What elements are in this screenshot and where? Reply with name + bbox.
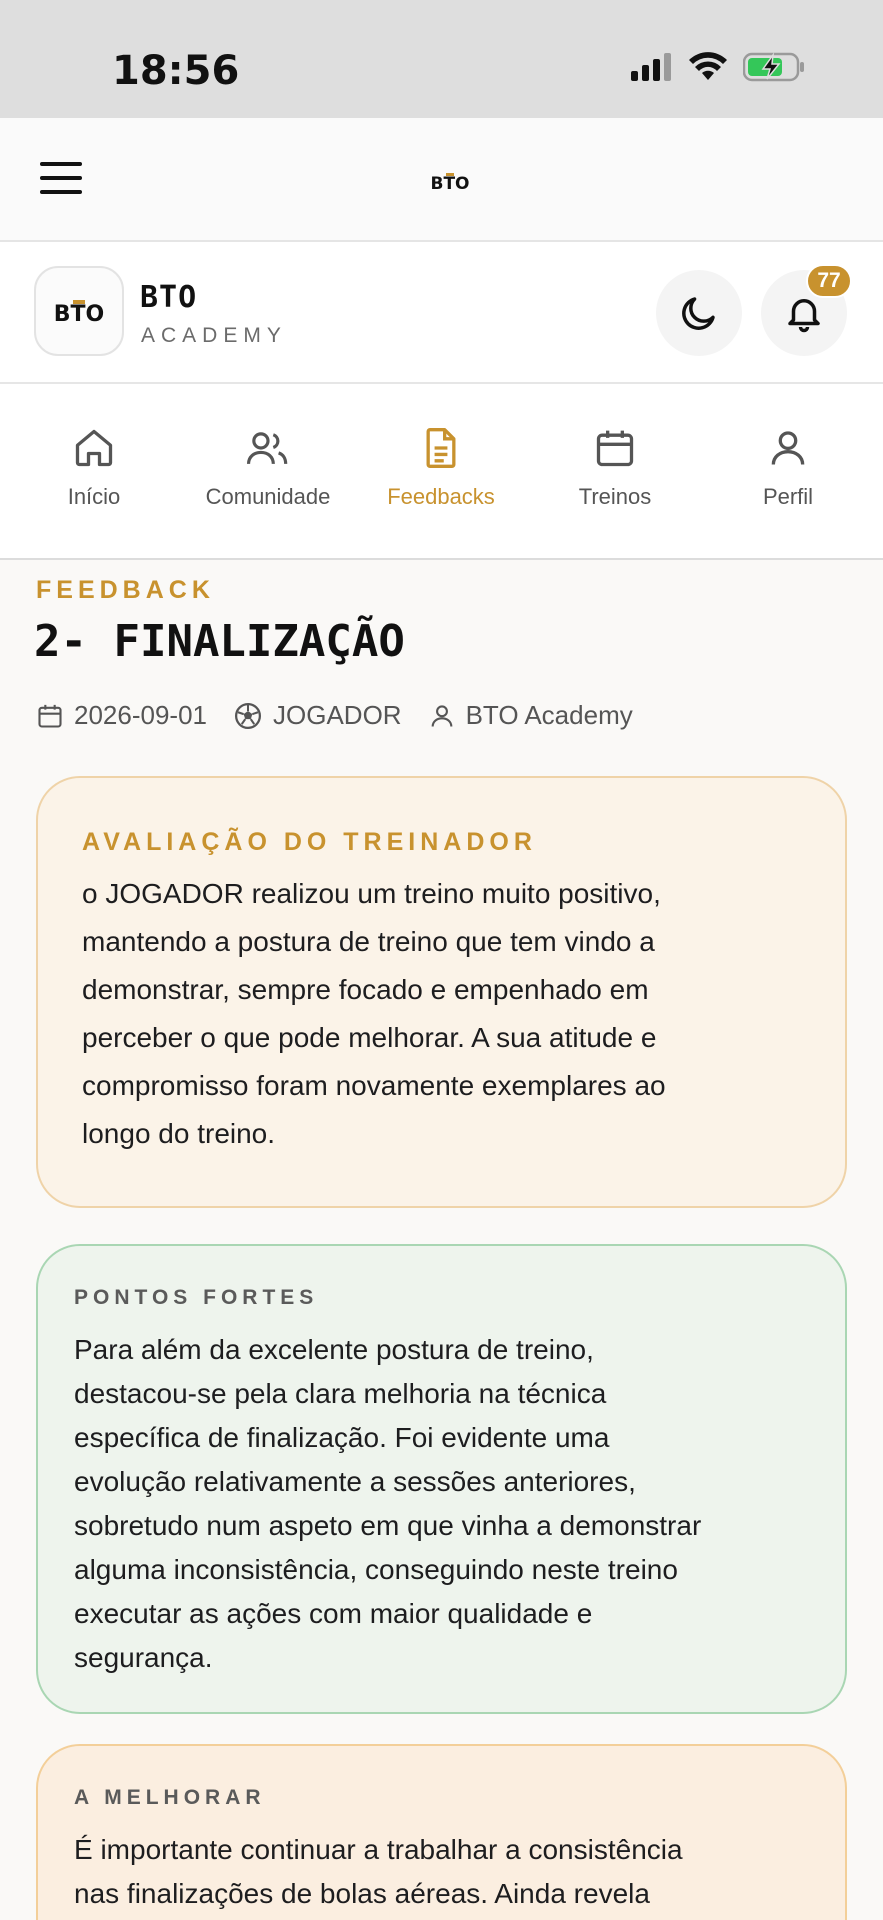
status-icons [631,52,805,82]
brand-logo[interactable]: BTO [34,266,124,356]
user-icon [431,704,452,727]
tab-comunidade[interactable]: Comunidade [183,424,353,510]
dark-mode-toggle[interactable] [656,270,742,356]
feedback-content: FEEDBACK 2- FINALIZAÇÃO 2026-09-01 JOGAD… [0,560,883,1920]
tab-perfil[interactable]: Perfil [703,424,873,510]
brand-name: BTO [140,280,198,315]
meta-author: BTO Academy [428,700,633,731]
svg-text:BTO: BTO [54,302,104,327]
tab-label: Perfil [762,484,814,509]
brand-header: BTO BTO ACADEMY [0,242,883,384]
tab-inicio[interactable]: Início [9,424,179,510]
users-icon [246,432,288,465]
tab-label: Feedbacks [387,484,495,509]
user-icon [771,431,805,465]
calendar-icon [38,704,62,728]
moon-icon [682,297,715,330]
improve-card: A MELHORAR É importante continuar a trab… [36,1744,847,1920]
bto-logo-icon: BTO [54,300,104,327]
tab-label: Comunidade [205,484,331,509]
improve-text: É importante continuar a trabalhar a con… [74,1828,814,1916]
coach-review-title: AVALIAÇÃO DO TREINADOR [82,828,537,856]
meta-date-text: 2026-09-01 [74,700,207,730]
section-eyebrow: FEEDBACK [36,576,215,604]
soccer-ball-icon [235,702,261,729]
coach-review-text: o JOGADOR realizou um treino muito posit… [82,870,812,1158]
text-line: específica de finalização. Foi evidente … [74,1422,610,1453]
meta-date: 2026-09-01 [36,700,207,731]
text-line: longo do treino. [82,1118,276,1149]
text-line: o JOGADOR realizou um treino muito posit… [82,878,661,909]
tab-treinos[interactable]: Treinos [530,424,700,510]
wifi-icon [689,52,727,80]
tab-bar: Início Comunidade Feedbacks Treinos Perf… [0,384,883,560]
improve-title: A MELHORAR [74,1786,266,1809]
feedback-meta: 2026-09-01 JOGADOR BTO Academy [36,700,633,731]
status-bar: 18:56 [0,0,883,118]
battery-charging-icon [743,52,804,82]
brand-subtitle: ACADEMY [141,324,287,347]
menu-button[interactable] [40,162,82,196]
signal-icon [631,53,671,81]
meta-role-text: JOGADOR [273,700,402,730]
coach-review-card: AVALIAÇÃO DO TREINADOR o JOGADOR realizo… [36,776,847,1208]
text-line: evolução relativamente a sessões anterio… [74,1466,636,1497]
text-line: mantendo a postura de treino que tem vin… [82,926,655,957]
text-line: segurança. [74,1642,213,1673]
bell-icon [788,299,820,333]
notification-badge: 77 [806,264,852,298]
text-line: sobretudo num aspeto em que vinha a demo… [74,1510,702,1541]
text-line: compromisso foram novamente exemplares a… [82,1070,666,1101]
svg-text:BTO: BTO [430,174,469,194]
app-bar: BTO [0,118,883,242]
text-line: destacou-se pela clara melhoria na técni… [74,1378,607,1409]
calendar-icon [596,430,634,467]
meta-author-text: BTO Academy [465,700,633,730]
text-line: alguma inconsistência, conseguindo neste… [74,1554,678,1585]
strengths-text: Para além da excelente postura de treino… [74,1328,814,1680]
tab-label: Treinos [578,484,652,509]
text-line: demonstrar, sempre focado e empenhado em [82,974,649,1005]
strengths-title: PONTOS FORTES [74,1286,319,1309]
page-title: 2- FINALIZAÇÃO [34,616,405,667]
text-line: executar as ações com maior qualidade e [74,1598,593,1629]
text-line: perceber o que pode melhorar. A sua atit… [82,1022,657,1053]
home-icon [75,429,113,467]
document-icon [426,428,456,468]
meta-role: JOGADOR [233,700,402,731]
text-line: É importante continuar a trabalhar a con… [74,1834,683,1865]
bto-logo-icon: BTO [430,173,470,194]
status-time: 18:56 [112,48,240,94]
tab-feedbacks[interactable]: Feedbacks [356,424,526,510]
text-line: Para além da excelente postura de treino… [74,1334,594,1365]
strengths-card: PONTOS FORTES Para além da excelente pos… [36,1244,847,1714]
tab-label: Início [67,484,121,509]
text-line: nas finalizações de bolas aéreas. Ainda … [74,1878,650,1909]
